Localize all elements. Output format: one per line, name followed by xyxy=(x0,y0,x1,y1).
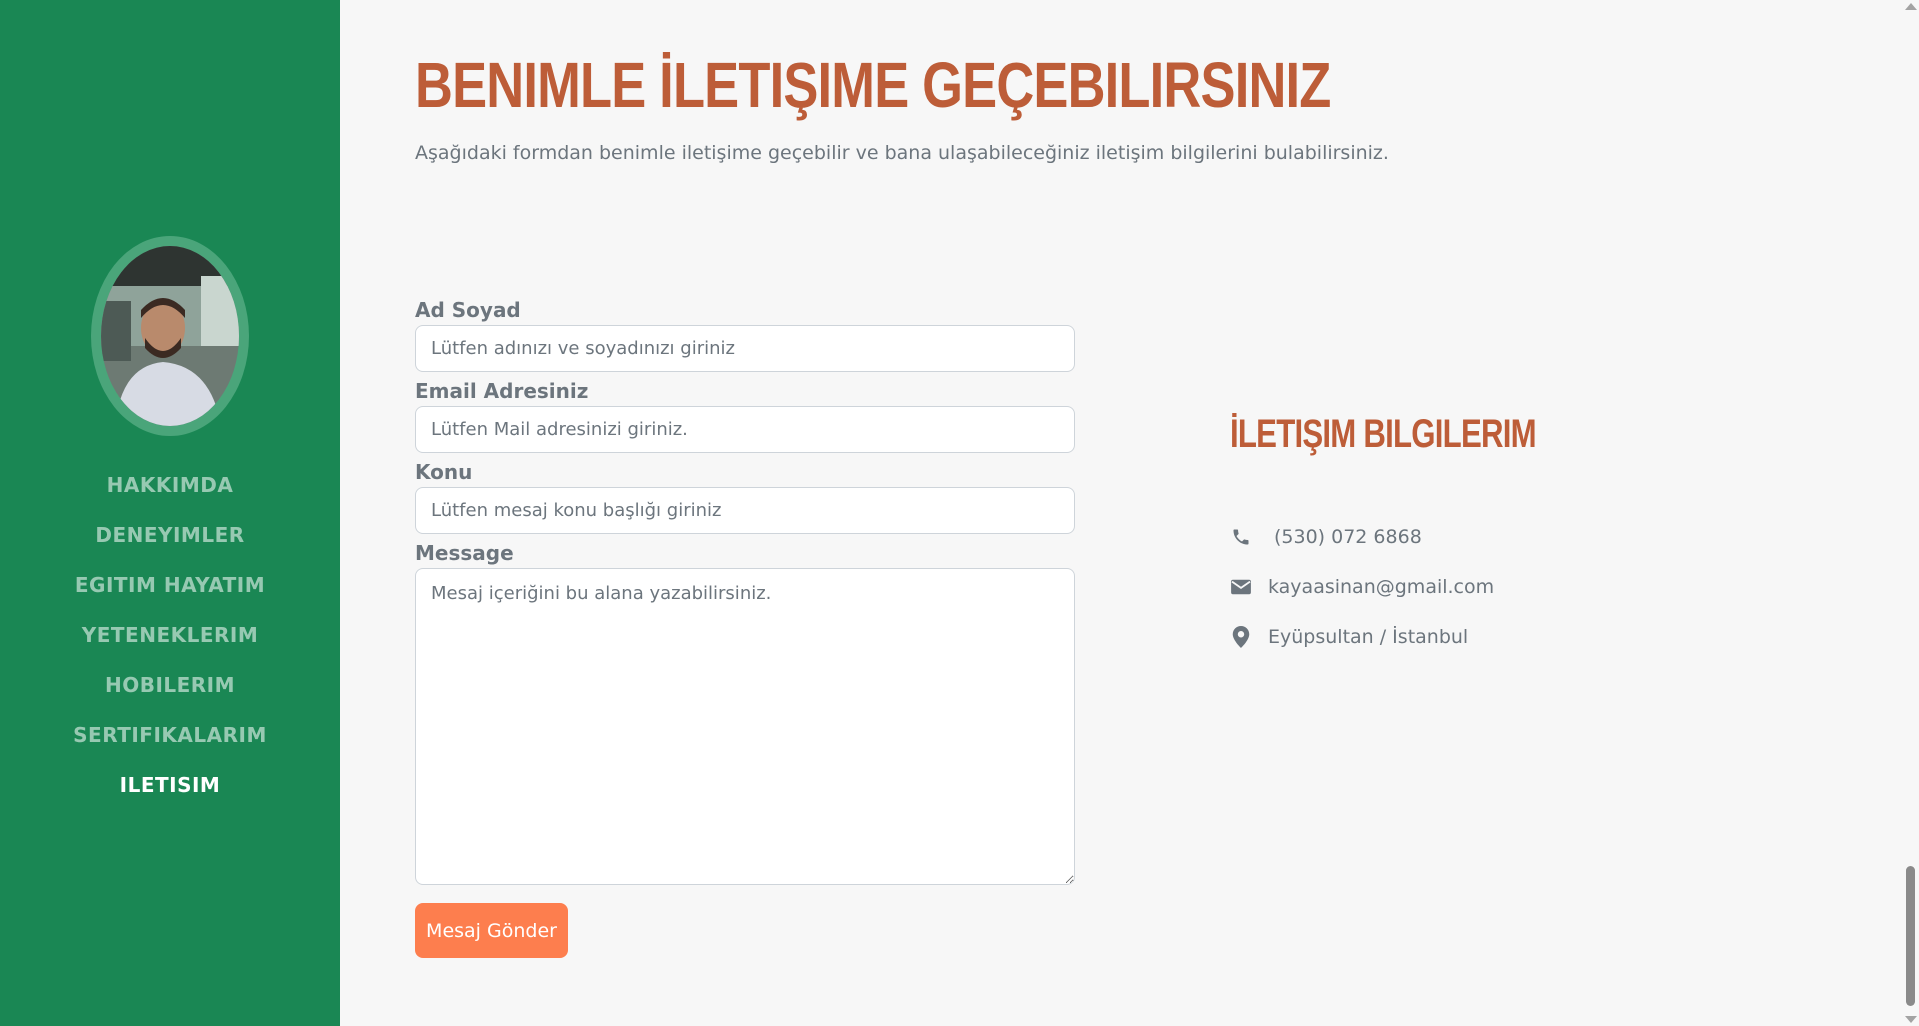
contact-email: kayaasinan@gmail.com xyxy=(1230,562,1494,612)
contact-location-text: Eyüpsultan / İstanbul xyxy=(1268,626,1469,648)
nav-item-deneyimler[interactable]: DENEYIMLER xyxy=(0,510,340,560)
message-label: Message xyxy=(415,541,514,565)
avatar-frame xyxy=(91,236,249,436)
main-content: BENIMLE İLETIŞIME GEÇEBILIRSINIZ Aşağıda… xyxy=(340,0,1900,1026)
contact-form: Ad Soyad Email Adresiniz Konu Message xyxy=(415,296,1075,890)
email-label: Email Adresiniz xyxy=(415,379,589,403)
nav-item-hobilerim[interactable]: HOBILERIM xyxy=(0,660,340,710)
nav-item-iletisim[interactable]: ILETISIM xyxy=(0,760,340,810)
contact-info-list: (530) 072 6868 kayaasinan@gmail.com Eyüp… xyxy=(1230,512,1494,662)
envelope-icon xyxy=(1230,576,1252,598)
subject-label: Konu xyxy=(415,460,473,484)
message-textarea[interactable] xyxy=(415,568,1075,885)
nav-item-sertifikalarim[interactable]: SERTIFIKALARIM xyxy=(0,710,340,760)
nav-item-hakkimda[interactable]: HAKKIMDA xyxy=(0,460,340,510)
send-message-button[interactable]: Mesaj Gönder xyxy=(415,903,568,958)
contact-phone-text: (530) 072 6868 xyxy=(1274,526,1422,548)
sidebar: HAKKIMDA DENEYIMLER EGITIM HAYATIM YETEN… xyxy=(0,0,340,1026)
scrollbar-thumb[interactable] xyxy=(1906,866,1915,1006)
nav-item-egitim-hayatim[interactable]: EGITIM HAYATIM xyxy=(0,560,340,610)
nav-item-yeteneklerim[interactable]: YETENEKLERIM xyxy=(0,610,340,660)
phone-icon xyxy=(1230,526,1252,548)
avatar[interactable] xyxy=(101,246,239,426)
contact-phone: (530) 072 6868 xyxy=(1230,512,1494,562)
contact-info-title: İLETIŞIM BILGILERIM xyxy=(1230,412,1537,456)
contact-location: Eyüpsultan / İstanbul xyxy=(1230,612,1494,662)
scroll-down-arrow-icon[interactable] xyxy=(1905,1016,1917,1023)
sidebar-nav: HAKKIMDA DENEYIMLER EGITIM HAYATIM YETEN… xyxy=(0,460,340,810)
map-marker-icon xyxy=(1230,626,1252,648)
page-scrollbar[interactable] xyxy=(1902,0,1919,1026)
contact-info: İLETIŞIM BILGILERIM (530) 072 6868 kayaa… xyxy=(1230,412,1630,648)
scroll-up-arrow-icon[interactable] xyxy=(1905,3,1917,10)
name-input[interactable] xyxy=(415,325,1075,372)
subject-input[interactable] xyxy=(415,487,1075,534)
name-label: Ad Soyad xyxy=(415,298,521,322)
email-input[interactable] xyxy=(415,406,1075,453)
contact-email-text[interactable]: kayaasinan@gmail.com xyxy=(1268,576,1494,598)
page-title: BENIMLE İLETIŞIME GEÇEBILIRSINIZ xyxy=(415,49,1331,121)
page-subtitle: Aşağıdaki formdan benimle iletişime geçe… xyxy=(415,142,1389,164)
